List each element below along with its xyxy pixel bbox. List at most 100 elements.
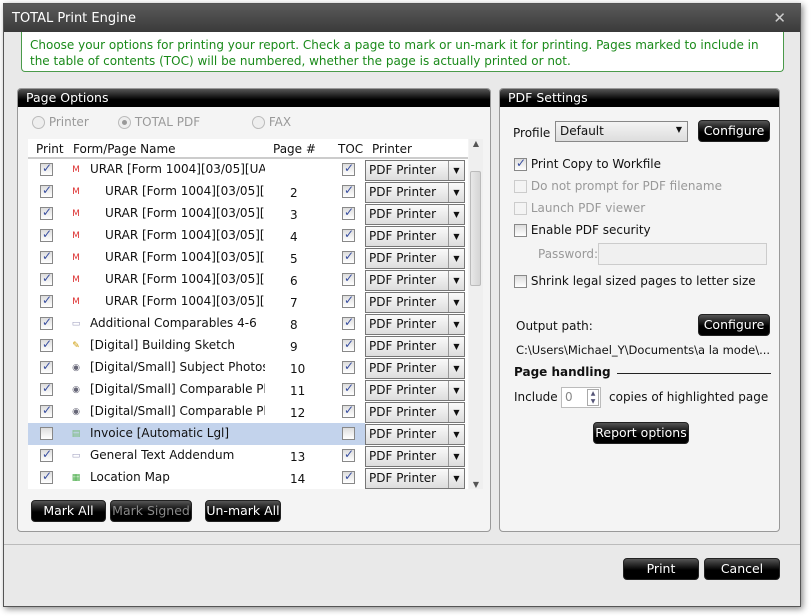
print-checkbox[interactable] — [40, 249, 53, 264]
shrink-option[interactable]: Shrink legal sized pages to letter size — [514, 274, 756, 288]
unmark-all-button[interactable]: Un-mark All — [205, 500, 281, 522]
printer-select[interactable]: PDF Printer ▼ — [365, 468, 465, 489]
table-row[interactable]: ▭ Additional Comparables 4-6 8 PDF Print… — [28, 313, 468, 335]
printer-select[interactable]: PDF Printer ▼ — [365, 226, 465, 247]
col-print[interactable]: Print — [36, 142, 64, 156]
option-checkbox[interactable] — [514, 224, 527, 237]
printer-select[interactable]: PDF Printer ▼ — [365, 446, 465, 467]
table-row[interactable]: ✎ [Digital] Building Sketch 9 PDF Printe… — [28, 335, 468, 357]
table-row[interactable]: ▦ Location Map 14 PDF Printer ▼ — [28, 467, 468, 489]
toc-checkbox[interactable] — [342, 315, 355, 330]
chevron-down-icon[interactable]: ▼ — [448, 183, 464, 202]
printer-select[interactable]: PDF Printer ▼ — [365, 424, 465, 445]
shrink-checkbox[interactable] — [514, 275, 527, 288]
pdf-option[interactable]: Enable PDF security — [514, 223, 651, 237]
pdf-option[interactable]: Launch PDF viewer — [514, 201, 645, 215]
chevron-down-icon[interactable]: ▼ — [448, 359, 464, 378]
print-checkbox[interactable] — [40, 469, 53, 484]
password-input[interactable] — [598, 243, 767, 265]
toc-checkbox[interactable] — [342, 293, 355, 308]
mark-all-button[interactable]: Mark All — [31, 500, 106, 522]
printer-select[interactable]: PDF Printer ▼ — [365, 402, 465, 423]
toc-checkbox[interactable] — [342, 359, 355, 374]
printer-select[interactable]: PDF Printer ▼ — [365, 358, 465, 379]
mode-printer[interactable]: Printer — [32, 115, 89, 129]
print-checkbox[interactable] — [40, 403, 53, 418]
printer-select[interactable]: PDF Printer ▼ — [365, 270, 465, 291]
col-name[interactable]: Form/Page Name — [73, 142, 176, 156]
chevron-down-icon[interactable]: ▼ — [448, 381, 464, 400]
table-scrollbar[interactable]: ▲ ▼ — [469, 139, 483, 489]
print-checkbox[interactable] — [40, 183, 53, 198]
toc-checkbox[interactable] — [342, 469, 355, 484]
profile-select[interactable]: Default ▼ — [555, 121, 688, 142]
print-checkbox[interactable] — [40, 337, 53, 352]
chevron-down-icon[interactable]: ▼ — [448, 227, 464, 246]
toc-checkbox[interactable] — [342, 381, 355, 396]
toc-checkbox[interactable] — [342, 227, 355, 242]
toc-checkbox[interactable] — [342, 337, 355, 352]
table-row[interactable]: M URAR [Form 1004][03/05][U/ 5 PDF Print… — [28, 247, 468, 269]
toc-checkbox[interactable] — [342, 271, 355, 286]
pdf-option[interactable]: Do not prompt for PDF filename — [514, 179, 722, 193]
printer-select[interactable]: PDF Printer ▼ — [365, 248, 465, 269]
print-checkbox[interactable] — [40, 381, 53, 396]
report-options-button[interactable]: Report options — [593, 422, 689, 444]
table-row[interactable]: ◉ [Digital/Small] Subject Photos 10 PDF … — [28, 357, 468, 379]
chevron-down-icon[interactable]: ▼ — [448, 337, 464, 356]
chevron-down-icon[interactable]: ▼ — [448, 161, 464, 180]
print-checkbox[interactable] — [40, 205, 53, 220]
table-row[interactable]: M URAR [Form 1004][03/05][U/ 6 PDF Print… — [28, 269, 468, 291]
toc-checkbox[interactable] — [342, 403, 355, 418]
option-checkbox[interactable] — [514, 202, 527, 215]
printer-select[interactable]: PDF Printer ▼ — [365, 292, 465, 313]
printer-select[interactable]: PDF Printer ▼ — [365, 204, 465, 225]
spin-icon[interactable]: ▲ ▼ — [587, 389, 599, 406]
table-row[interactable]: ▤ Invoice [Automatic Lgl] PDF Printer ▼ — [28, 423, 468, 445]
option-checkbox[interactable] — [514, 180, 527, 193]
print-checkbox[interactable] — [40, 427, 53, 440]
scroll-thumb[interactable] — [470, 171, 481, 286]
profile-configure-button[interactable]: Configure — [698, 120, 770, 142]
copies-stepper[interactable]: 0 ▲ ▼ — [561, 387, 601, 408]
chevron-down-icon[interactable]: ▼ — [448, 425, 464, 444]
toc-checkbox[interactable] — [342, 205, 355, 220]
table-row[interactable]: M URAR [Form 1004][03/05][U/ 7 PDF Print… — [28, 291, 468, 313]
toc-checkbox[interactable] — [342, 447, 355, 462]
mode-total-pdf[interactable]: TOTAL PDF — [118, 115, 200, 129]
table-row[interactable]: ◉ [Digital/Small] Comparable Phot 11 PDF… — [28, 379, 468, 401]
col-page[interactable]: Page # — [273, 142, 316, 156]
chevron-down-icon[interactable]: ▼ — [448, 205, 464, 224]
mark-signed-button[interactable]: Mark Signed — [110, 500, 192, 522]
table-row[interactable]: M URAR [Form 1004][03/05][U/ 2 PDF Print… — [28, 181, 468, 203]
table-row[interactable]: ◉ [Digital/Small] Comparable Phot 12 PDF… — [28, 401, 468, 423]
chevron-down-icon[interactable]: ▼ — [448, 293, 464, 312]
cancel-button[interactable]: Cancel — [704, 558, 780, 580]
pdf-option[interactable]: Print Copy to Workfile — [514, 156, 661, 171]
radio-button[interactable] — [252, 116, 265, 129]
close-icon[interactable]: ✕ — [773, 9, 786, 27]
table-row[interactable]: M URAR [Form 1004][03/05][U/ 4 PDF Print… — [28, 225, 468, 247]
print-checkbox[interactable] — [40, 271, 53, 286]
printer-select[interactable]: PDF Printer ▼ — [365, 314, 465, 335]
print-checkbox[interactable] — [40, 359, 53, 374]
printer-select[interactable]: PDF Printer ▼ — [365, 380, 465, 401]
mode-fax[interactable]: FAX — [252, 115, 291, 129]
output-configure-button[interactable]: Configure — [698, 314, 770, 336]
printer-select[interactable]: PDF Printer ▼ — [365, 182, 465, 203]
option-checkbox[interactable] — [514, 156, 527, 171]
toc-checkbox[interactable] — [342, 161, 355, 176]
radio-button[interactable] — [32, 116, 45, 129]
print-checkbox[interactable] — [40, 447, 53, 462]
toc-checkbox[interactable] — [342, 249, 355, 264]
col-printer[interactable]: Printer — [372, 142, 412, 156]
print-button[interactable]: Print — [623, 558, 699, 580]
table-row[interactable]: ▭ General Text Addendum 13 PDF Printer ▼ — [28, 445, 468, 467]
chevron-down-icon[interactable]: ▼ — [448, 271, 464, 290]
radio-button[interactable] — [118, 116, 131, 129]
printer-select[interactable]: PDF Printer ▼ — [365, 336, 465, 357]
print-checkbox[interactable] — [40, 315, 53, 330]
chevron-down-icon[interactable]: ▼ — [448, 447, 464, 466]
print-checkbox[interactable] — [40, 227, 53, 242]
printer-select[interactable]: PDF Printer ▼ — [365, 160, 465, 181]
